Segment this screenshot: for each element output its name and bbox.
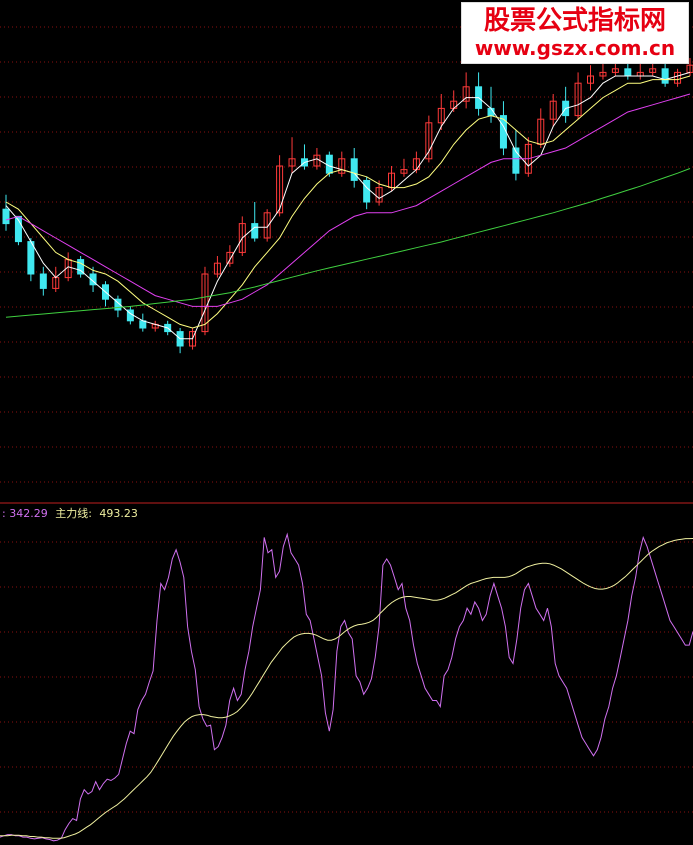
candle-down	[661, 68, 669, 84]
watermark-url: www.gszx.com.cn	[474, 36, 676, 60]
watermark-title: 股票公式指标网	[483, 6, 666, 36]
indicator-legend: : 342.29 主力线: 493.23	[2, 505, 142, 521]
candle-down	[251, 223, 259, 239]
site-watermark: 股票公式指标网 www.gszx.com.cn	[461, 2, 689, 64]
candle-down	[27, 241, 35, 275]
main-line-value: 493.23	[99, 507, 138, 520]
chart-background	[0, 0, 693, 845]
candle-down	[350, 158, 358, 181]
candle-down	[325, 154, 333, 174]
candle-down	[39, 273, 47, 289]
main-line-label: 主力线:	[55, 507, 96, 520]
candle-down	[2, 208, 10, 225]
candle-down	[624, 68, 632, 77]
fast-line-value: : 342.29	[2, 507, 48, 520]
stock-chart	[0, 0, 693, 845]
candle-down	[363, 179, 371, 203]
